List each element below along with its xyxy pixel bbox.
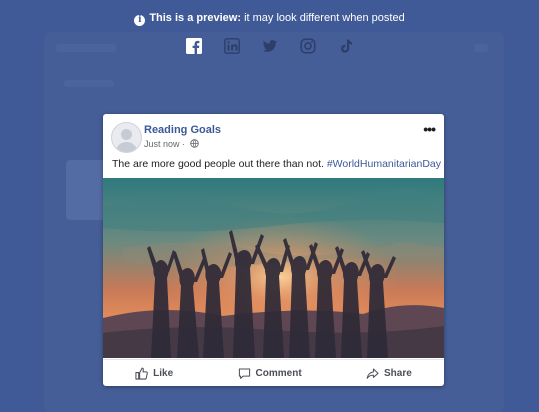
post-text: The are more good people out there than …: [112, 158, 441, 170]
tiktok-icon[interactable]: [337, 37, 355, 55]
more-options-icon[interactable]: •••: [423, 121, 436, 137]
comment-label: Comment: [255, 368, 302, 379]
sunset-silhouette-photo: [103, 178, 444, 358]
comment-button[interactable]: Comment: [238, 367, 302, 380]
share-button[interactable]: Share: [366, 367, 412, 380]
linkedin-icon[interactable]: [223, 37, 241, 55]
post-preview-card: Reading Goals Just now · ••• The are mor…: [103, 114, 444, 386]
thumbs-up-icon: [135, 367, 148, 380]
page-name[interactable]: Reading Goals: [144, 124, 221, 136]
preview-notice-bold: This is a preview:: [149, 12, 242, 24]
post-image: [103, 178, 444, 358]
post-actions: Like Comment Share: [103, 359, 444, 386]
platform-selector: [0, 37, 539, 55]
like-label: Like: [153, 368, 174, 379]
globe-icon: [189, 139, 199, 148]
instagram-icon[interactable]: [299, 37, 317, 55]
post-body: The are more good people out there than …: [112, 158, 327, 170]
background-card: [66, 160, 106, 220]
twitter-icon[interactable]: [261, 37, 279, 55]
preview-notice-text: it may look different when posted: [241, 12, 405, 24]
share-label: Share: [384, 368, 412, 379]
post-timestamp: Just now ·: [144, 139, 199, 149]
preview-notice: i This is a preview: it may look differen…: [0, 12, 539, 26]
hashtag-link[interactable]: #WorldHumanitarianDay: [327, 158, 441, 170]
background-placeholder: [64, 80, 114, 87]
avatar[interactable]: [111, 122, 142, 153]
like-button[interactable]: Like: [135, 367, 173, 380]
comment-icon: [238, 368, 250, 379]
share-icon: [366, 368, 379, 379]
facebook-icon[interactable]: [185, 37, 203, 55]
info-icon: i: [134, 15, 146, 26]
post-header: Reading Goals Just now · •••: [103, 114, 444, 153]
post-time: Just now ·: [144, 139, 188, 149]
